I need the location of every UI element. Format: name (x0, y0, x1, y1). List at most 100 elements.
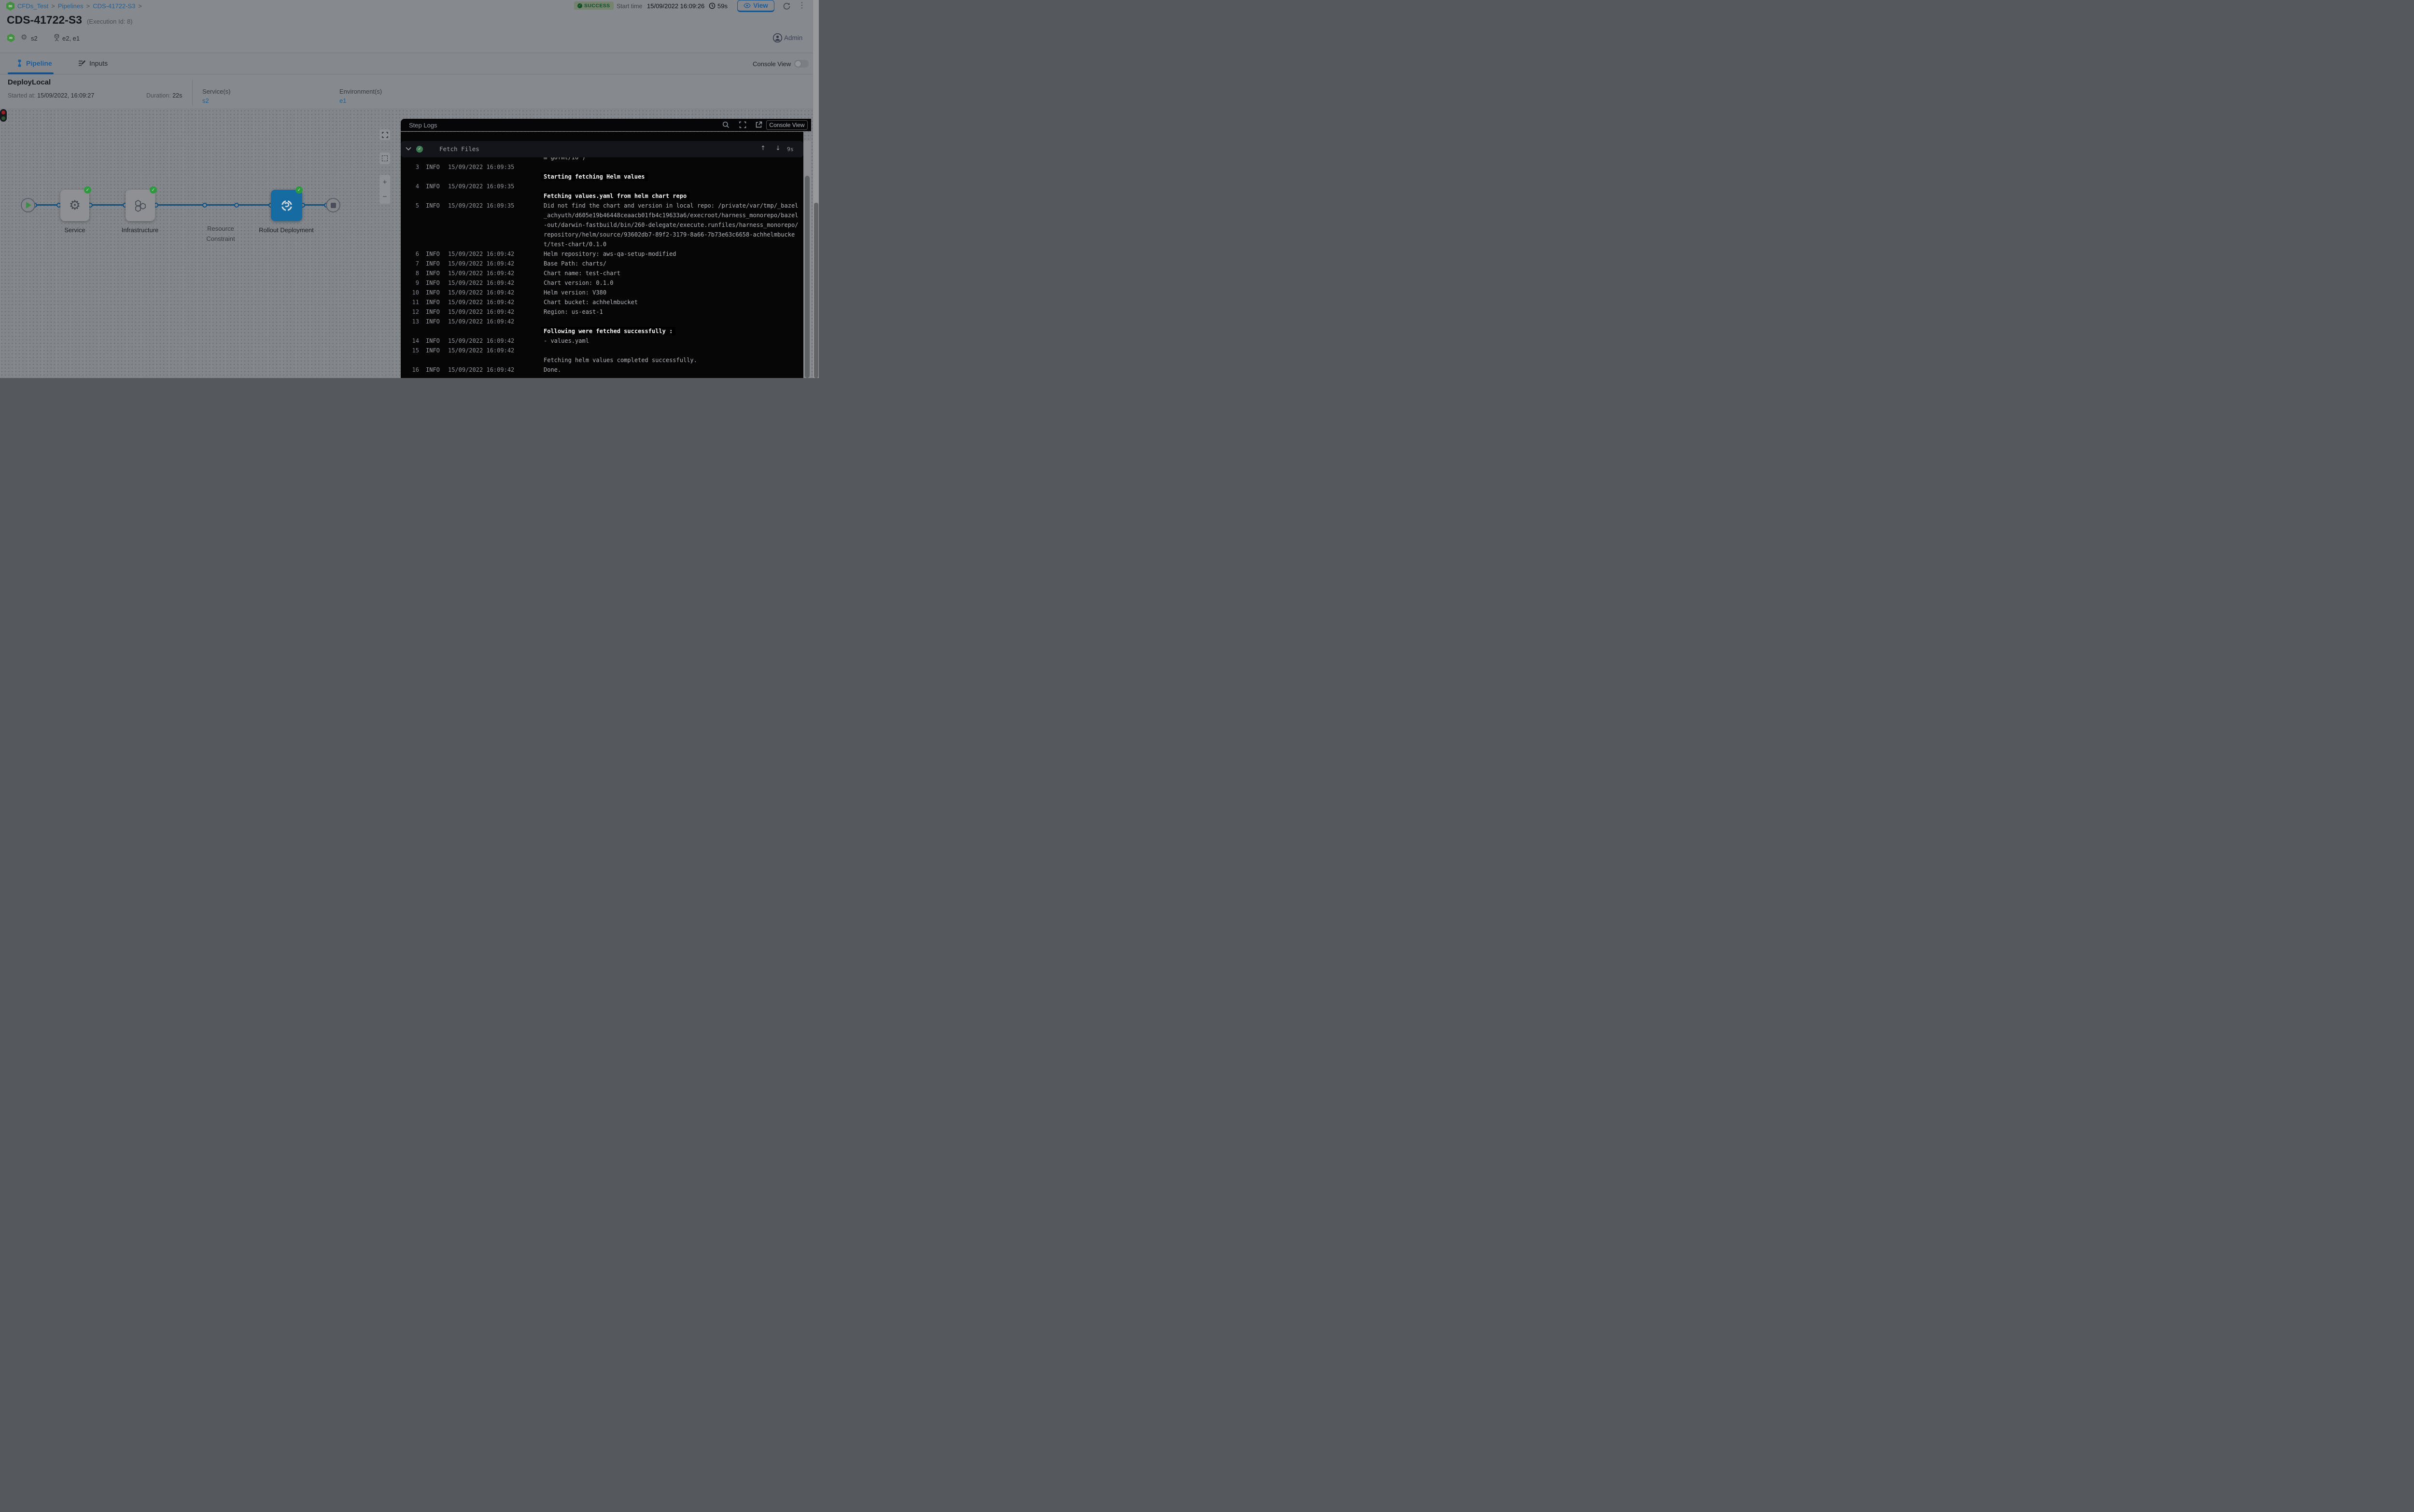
log-level: INFO (426, 280, 440, 286)
log-message: _achyuth/d605e19b46448ceaacb01fb4c19633a… (544, 212, 798, 219)
log-line-number: 4 (401, 183, 419, 190)
log-timestamp: 15/09/2022 16:09:42 (448, 337, 514, 344)
canvas-select-button[interactable] (379, 153, 390, 164)
chevron-right-icon: > (51, 2, 55, 10)
service-tag[interactable]: s2 (31, 35, 38, 42)
breadcrumb-link[interactable]: CFDs_Test (17, 2, 48, 10)
breadcrumb-link[interactable]: CDS-41722-S3 (93, 2, 135, 10)
log-row: 4INFO15/09/2022 16:09:35 (401, 182, 803, 191)
log-row: Fetching helm values completed successfu… (401, 355, 803, 365)
log-message: Done. (544, 366, 561, 373)
console-view-toggle[interactable] (794, 60, 809, 68)
log-line-number: 6 (401, 251, 419, 257)
elapsed-duration: 59s (717, 2, 728, 10)
traffic-light-red-icon (1, 111, 5, 114)
log-row: 6INFO15/09/2022 16:09:42Helm repository:… (401, 249, 803, 259)
log-panel-title: Step Logs (409, 122, 437, 129)
avatar[interactable] (773, 33, 782, 42)
log-row: 15INFO15/09/2022 16:09:42 (401, 346, 803, 355)
log-row: 5INFO15/09/2022 16:09:35Did not find the… (401, 201, 803, 210)
node-rollout-deployment[interactable] (271, 190, 302, 221)
canvas-zoom-controls: + − (379, 175, 390, 204)
top-header: ∞ CFDs_Test>Pipelines>CDS-41722-S3> ✓ SU… (0, 0, 819, 53)
node-label-infrastructure: Infrastructure (111, 225, 169, 235)
view-button-label: View (753, 2, 768, 9)
services-label: Service(s) (202, 88, 231, 95)
user-name[interactable]: Admin (784, 34, 802, 42)
log-body: ✓ Fetch Files ↑ ↓ 9s m gofmt/io )3INFO15… (401, 132, 803, 378)
log-level: INFO (426, 270, 440, 277)
log-row: 7INFO15/09/2022 16:09:42Base Path: chart… (401, 259, 803, 268)
log-message: Fetching helm values completed successfu… (544, 357, 697, 364)
duration-value: 22s (172, 92, 182, 99)
page-scrollbar-thumb[interactable] (814, 203, 818, 378)
log-scrollbar[interactable] (803, 141, 811, 378)
arrow-up-icon[interactable]: ↑ (760, 145, 766, 152)
node-service[interactable]: ⚙ (60, 190, 89, 221)
log-row: 12INFO15/09/2022 16:09:42Region: us-east… (401, 307, 803, 317)
node-resource-constraint[interactable] (0, 109, 7, 122)
duration-label: Duration: (146, 92, 171, 99)
log-scrollbar-thumb[interactable] (805, 176, 810, 378)
log-level: INFO (426, 318, 440, 325)
environments-icon (53, 34, 60, 42)
log-message: Helm version: V380 (544, 289, 606, 296)
log-panel-header: Step Logs Console View (401, 119, 811, 131)
helm-icon (280, 198, 294, 213)
log-line-number: 7 (401, 260, 419, 267)
search-icon[interactable] (722, 121, 730, 128)
log-message: Starting fetching Helm values (541, 172, 648, 181)
log-section-fetch-files[interactable]: ✓ Fetch Files ↑ ↓ 9s (401, 141, 803, 157)
expand-icon[interactable] (739, 121, 746, 128)
section-success-icon: ✓ (416, 146, 423, 153)
breadcrumb-link[interactable]: Pipelines (58, 2, 84, 10)
page-scrollbar[interactable] (813, 0, 819, 378)
log-line-number: 14 (401, 337, 419, 344)
inputs-tab-icon (78, 60, 86, 67)
active-tab-underline (8, 72, 54, 74)
log-row: repository/helm/source/93602db7-89f2-317… (401, 230, 803, 239)
external-link-icon[interactable] (755, 121, 762, 128)
log-level: INFO (426, 260, 440, 267)
tab-pipeline[interactable]: Pipeline (16, 59, 52, 67)
zoom-in-button[interactable]: + (379, 175, 390, 189)
toggle-knob (795, 60, 801, 67)
chevron-down-icon (406, 147, 411, 151)
log-line-number: 13 (401, 318, 419, 325)
step-logs-panel: Step Logs Console View ✓ Fetch Files ↑ ↓ (401, 119, 811, 378)
environment-tag[interactable]: e2, e1 (62, 35, 80, 42)
log-row: 10INFO15/09/2022 16:09:42Helm version: V… (401, 288, 803, 297)
start-node[interactable] (21, 198, 35, 212)
port (234, 203, 239, 208)
log-line-number: 9 (401, 280, 419, 286)
log-lines: m gofmt/io )3INFO15/09/2022 16:09:35Star… (401, 153, 803, 375)
log-line-number: 8 (401, 270, 419, 277)
node-infrastructure[interactable] (126, 190, 155, 221)
log-level: INFO (426, 347, 440, 354)
tab-inputs[interactable]: Inputs (78, 59, 108, 67)
environments-value[interactable]: e1 (339, 97, 346, 104)
log-message: Chart version: 0.1.0 (544, 280, 614, 286)
canvas-fullscreen-button[interactable] (379, 129, 390, 140)
started-value: 15/09/2022, 16:09:27 (37, 92, 94, 99)
view-button[interactable]: View (737, 0, 774, 12)
arrow-down-icon[interactable]: ↓ (775, 145, 781, 152)
log-message: Region: us-east-1 (544, 308, 603, 315)
console-view-button[interactable]: Console View (766, 120, 808, 130)
log-level: INFO (426, 251, 440, 257)
log-row: 8INFO15/09/2022 16:09:42Chart name: test… (401, 268, 803, 278)
infrastructure-icon (134, 199, 147, 212)
environments-label: Environment(s) (339, 88, 382, 95)
log-timestamp: 15/09/2022 16:09:42 (448, 366, 514, 373)
log-timestamp: 15/09/2022 16:09:35 (448, 202, 514, 209)
zoom-out-button[interactable]: − (379, 189, 390, 204)
marquee-select-icon (382, 155, 388, 161)
service-gear-icon: ⚙ (21, 33, 27, 42)
kebab-menu-icon[interactable]: ⋮ (798, 0, 806, 10)
page-title: CDS-41722-S3 (7, 14, 82, 27)
start-time-label: Start time (617, 3, 643, 10)
refresh-icon[interactable] (783, 2, 791, 10)
log-level: INFO (426, 308, 440, 315)
log-timestamp: 15/09/2022 16:09:35 (448, 183, 514, 190)
services-value[interactable]: s2 (202, 97, 209, 104)
